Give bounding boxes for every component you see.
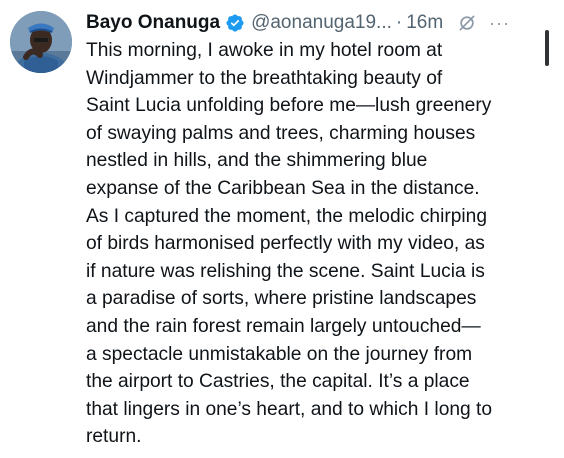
tweet-text-line: a spectacle unmistakable on the journey … <box>86 343 473 365</box>
author-name[interactable]: Bayo Onanuga <box>86 12 220 34</box>
tweet-text: This morning, I awoke in my hotel room a… <box>86 37 548 451</box>
tweet-header: Bayo Onanuga @aonanuga19... · 16m ··· <box>86 9 550 37</box>
tweet-text-line: the airport to Castries, the capital. It… <box>86 371 470 393</box>
tweet-text-line: of birds harmonised perfectly with my vi… <box>86 233 485 255</box>
avatar[interactable] <box>10 11 72 73</box>
tweet-text-line: of swaying palms and trees, charming hou… <box>86 122 476 144</box>
meta-separator: · <box>395 12 403 33</box>
tweet-text-line: if nature was relishing the scene. Saint… <box>86 260 485 282</box>
tweet-text-line: a paradise of sorts, where pristine land… <box>86 288 477 310</box>
timestamp[interactable]: 16m <box>406 12 443 34</box>
tweet-text-line: Windjammer to the breathtaking beauty of <box>86 67 443 89</box>
tweet-text-line: nestled in hills, and the shimmering blu… <box>86 150 428 172</box>
tweet-card: Bayo Onanuga @aonanuga19... · 16m ··· Th… <box>0 0 564 458</box>
tweet-text-line: that lingers in one’s heart, and to whic… <box>86 398 493 420</box>
author-handle[interactable]: @aonanuga19... <box>251 12 392 34</box>
grok-icon[interactable] <box>457 13 477 33</box>
tweet-text-line: expanse of the Caribbean Sea in the dist… <box>86 177 480 199</box>
tweet-text-line: As I captured the moment, the melodic ch… <box>86 205 488 227</box>
verified-badge-icon[interactable] <box>225 13 245 33</box>
more-options-icon[interactable]: ··· <box>489 13 510 34</box>
tweet-text-line: and the rain forest remain largely untou… <box>86 315 481 337</box>
tweet-text-line: return. <box>86 426 142 448</box>
tweet-text-line: Saint Lucia unfolding before me—lush gre… <box>86 95 492 117</box>
tweet-text-line: This morning, I awoke in my hotel room a… <box>86 40 443 61</box>
